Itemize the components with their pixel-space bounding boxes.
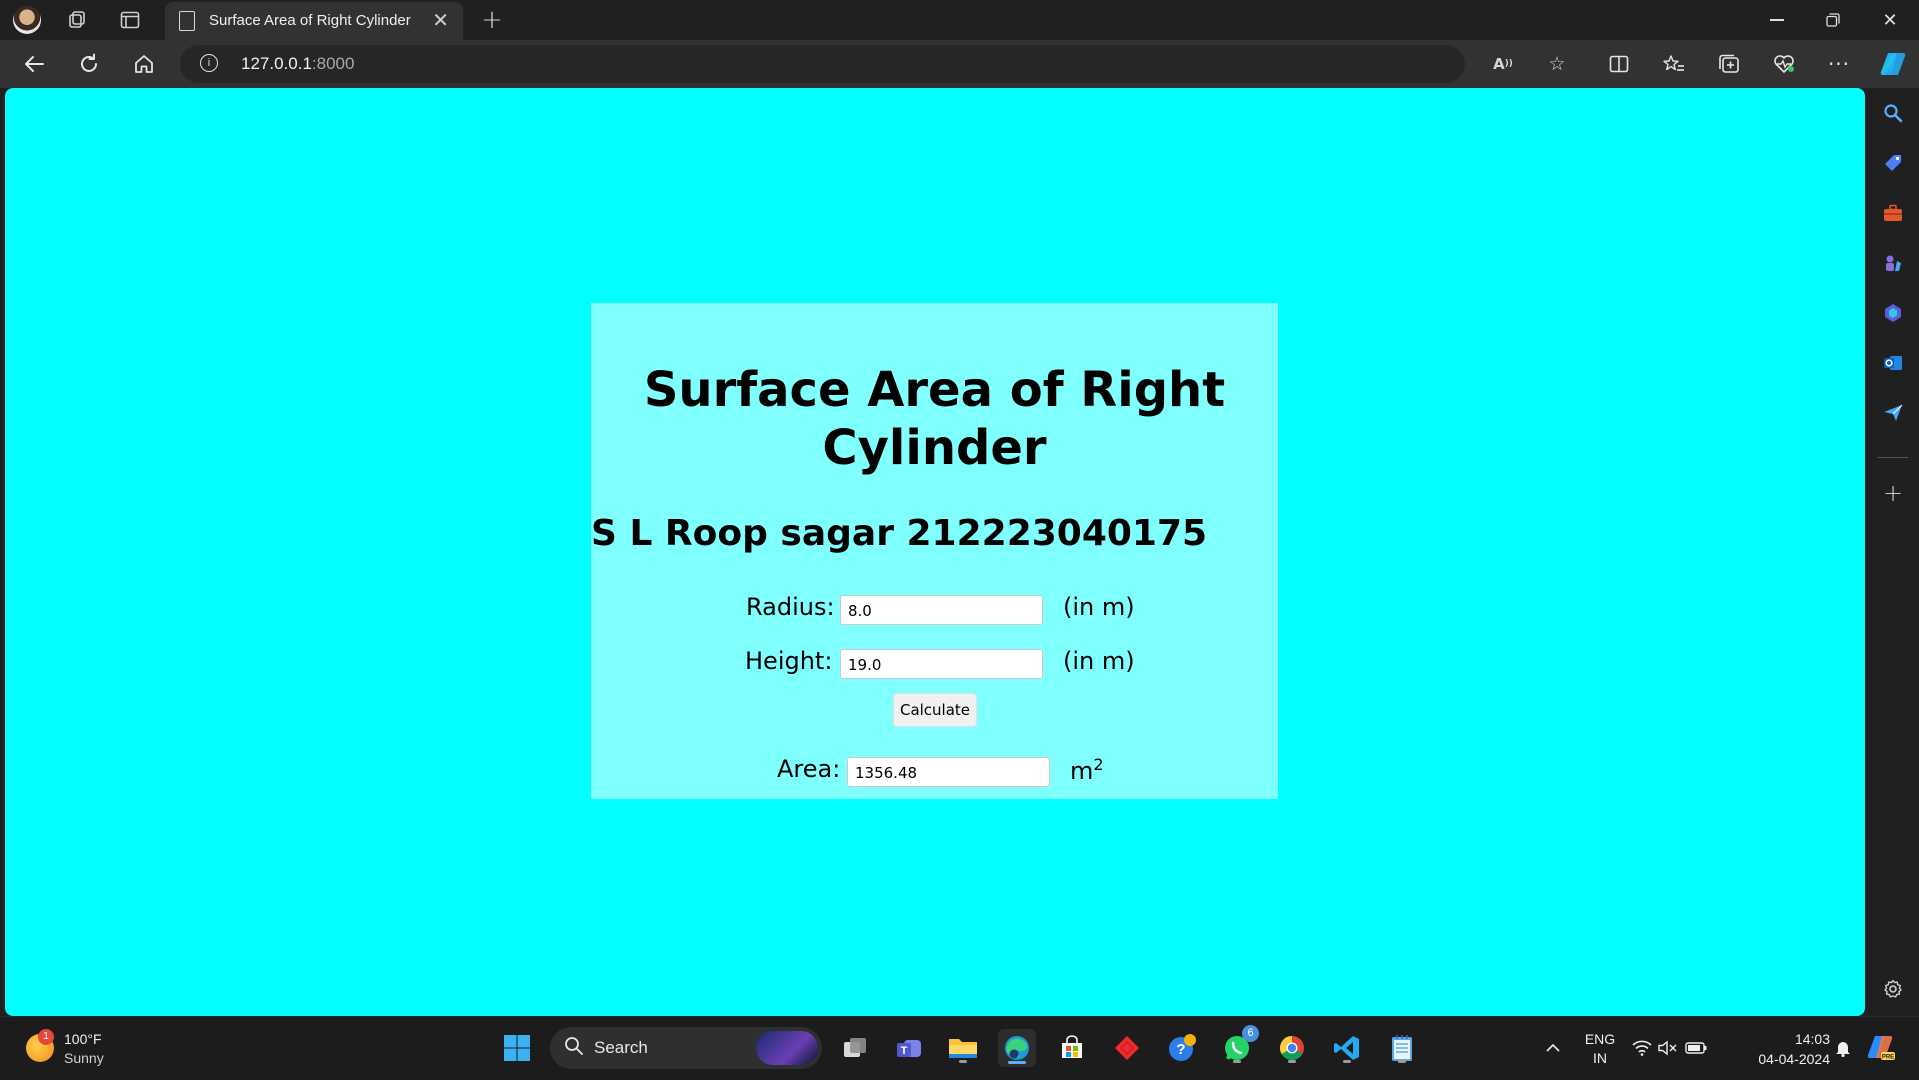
games-icon[interactable] [1880, 250, 1906, 276]
avatar [13, 6, 41, 34]
wifi-icon[interactable] [1630, 1029, 1654, 1067]
weather-desc[interactable]: Sunny [64, 1049, 104, 1067]
area-output[interactable]: 1356.48 [847, 757, 1050, 787]
settings-gear-icon[interactable] [1880, 976, 1906, 1002]
edge-browser-icon[interactable] [998, 1029, 1036, 1067]
language-region[interactable]: IN [1582, 1049, 1618, 1067]
chrome-icon[interactable] [1273, 1029, 1311, 1067]
taskbar-search[interactable]: Search [550, 1027, 822, 1069]
back-arrow-icon[interactable] [16, 46, 52, 82]
file-explorer-icon[interactable] [944, 1029, 982, 1067]
shopping-tag-icon[interactable] [1880, 150, 1906, 176]
running-indicator [959, 1060, 967, 1063]
calculator-card: Surface Area of Right Cylinder S L Roop … [591, 303, 1278, 799]
restore-icon[interactable] [1805, 4, 1861, 36]
area-label: Area: [777, 755, 841, 783]
radius-input[interactable]: 8.0 [840, 595, 1043, 625]
page-title: Surface Area of Right Cylinder [643, 362, 1226, 476]
svg-text:?: ? [1176, 1041, 1185, 1058]
active-indicator [1008, 1061, 1026, 1064]
search-highlight-image [756, 1031, 818, 1065]
help-icon[interactable]: ? [1163, 1029, 1201, 1067]
new-tab-icon[interactable]: + [477, 5, 507, 35]
search-icon[interactable] [1880, 100, 1906, 126]
microsoft-365-icon[interactable] [1880, 300, 1906, 326]
language-code[interactable]: ENG [1582, 1030, 1618, 1048]
browser-essentials-icon[interactable] [1766, 46, 1802, 82]
close-window-icon[interactable]: ✕ [1862, 4, 1918, 36]
anydesk-icon[interactable] [1108, 1029, 1146, 1067]
outlook-icon[interactable] [1880, 350, 1906, 376]
area-unit-base: m [1070, 757, 1094, 785]
clock-date[interactable]: 04-04-2024 [1730, 1050, 1830, 1068]
workspaces-icon[interactable] [62, 5, 92, 35]
clock-time[interactable]: 14:03 [1730, 1030, 1830, 1048]
height-input[interactable]: 19.0 [840, 649, 1043, 679]
profile-avatar-icon[interactable] [12, 5, 42, 35]
volume-muted-icon[interactable] [1656, 1029, 1680, 1067]
page-viewport: Surface Area of Right Cylinder S L Roop … [5, 88, 1865, 1016]
read-aloud-icon[interactable]: A)) [1490, 51, 1516, 77]
height-unit: (in m) [1063, 647, 1135, 675]
tools-briefcase-icon[interactable] [1880, 200, 1906, 226]
whatsapp-badge: 6 [1242, 1025, 1259, 1042]
collections-icon[interactable] [1711, 46, 1747, 82]
notepad-icon[interactable] [1383, 1029, 1421, 1067]
url-host: 127.0.0.1 [241, 54, 312, 73]
document-icon [179, 11, 195, 31]
favorites-icon[interactable] [1656, 46, 1692, 82]
running-indicator [1398, 1060, 1406, 1063]
copilot-icon[interactable] [1875, 46, 1911, 82]
home-icon[interactable] [126, 46, 162, 82]
radius-label: Radius: [746, 593, 835, 621]
search-label: Search [594, 1038, 648, 1057]
height-label: Height: [745, 647, 833, 675]
edge-sidebar: + [1866, 88, 1919, 1016]
minimize-icon[interactable] [1749, 4, 1805, 36]
add-sidebar-item-icon[interactable]: + [1880, 479, 1906, 507]
battery-icon[interactable] [1683, 1029, 1709, 1067]
close-tab-icon[interactable]: ✕ [432, 8, 449, 32]
running-indicator [1343, 1060, 1351, 1063]
weather-temp[interactable]: 100°F [64, 1030, 102, 1048]
start-windows-icon[interactable] [498, 1029, 536, 1067]
running-indicator [1233, 1060, 1241, 1063]
radius-unit: (in m) [1063, 593, 1135, 621]
show-hidden-icons-chevron-up-icon[interactable] [1534, 1029, 1572, 1067]
send-icon[interactable] [1880, 400, 1906, 426]
running-indicator [1288, 1060, 1296, 1063]
windows-taskbar: 1 100°F Sunny Search T ? 6 ENG IN 14:03 … [0, 1016, 1919, 1080]
calculate-button[interactable]: Calculate [893, 693, 977, 727]
area-unit: m2 [1070, 755, 1104, 785]
site-info-icon[interactable]: i [200, 54, 218, 72]
search-icon [564, 1036, 584, 1061]
address-bar[interactable]: i 127.0.0.1:8000 A)) ☆ [180, 45, 1566, 83]
favorite-star-icon[interactable]: ☆ [1544, 51, 1570, 77]
url-port: :8000 [311, 54, 355, 73]
notification-bell-icon[interactable] [1830, 1029, 1856, 1067]
sidebar-divider [1878, 457, 1908, 458]
weather-badge: 1 [38, 1029, 54, 1045]
tab-title: Surface Area of Right Cylinder [209, 12, 411, 29]
url-text[interactable]: 127.0.0.1:8000 [241, 54, 354, 74]
browser-title-bar: Surface Area of Right Cylinder ✕ + ✕ [0, 0, 1919, 40]
microsoft-store-icon[interactable] [1053, 1029, 1091, 1067]
author-line: S L Roop sagar 212223040175 [591, 513, 1208, 554]
svg-text:T: T [901, 1045, 908, 1057]
tab-actions-icon[interactable] [115, 5, 145, 35]
task-view-icon[interactable] [836, 1029, 874, 1067]
copilot-taskbar-icon[interactable]: PRE [1862, 1029, 1900, 1067]
teams-icon[interactable]: T [890, 1029, 928, 1067]
split-screen-icon[interactable] [1601, 46, 1637, 82]
area-unit-exponent: 2 [1093, 755, 1104, 774]
refresh-icon[interactable] [71, 46, 107, 82]
tab-active[interactable]: Surface Area of Right Cylinder ✕ [165, 2, 463, 40]
vscode-icon[interactable] [1328, 1029, 1366, 1067]
svg-text:PRE: PRE [1882, 1055, 1894, 1061]
whatsapp-icon[interactable]: 6 [1218, 1025, 1259, 1067]
more-options-icon[interactable]: ··· [1821, 46, 1857, 82]
